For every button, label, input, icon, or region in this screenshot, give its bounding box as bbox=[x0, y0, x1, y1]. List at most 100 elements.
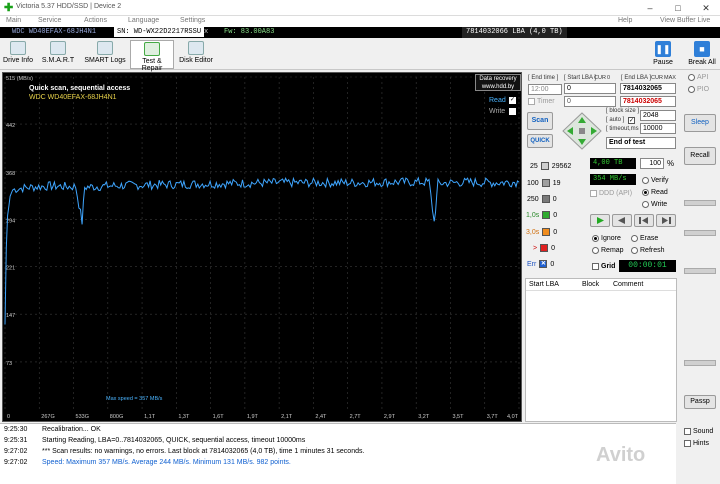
log-row: 9:25:30 Recalibration... OK bbox=[4, 426, 101, 433]
tab-smart-logs[interactable]: SMART Logs bbox=[84, 40, 126, 69]
quick-button[interactable]: QUICK bbox=[527, 134, 553, 148]
column-start-lba: Start LBA bbox=[529, 281, 559, 288]
break-all-button[interactable]: ■ Break All bbox=[686, 40, 718, 69]
read-radio[interactable]: Read bbox=[642, 189, 668, 196]
maximize-icon[interactable]: □ bbox=[668, 2, 688, 14]
menu-settings[interactable]: Settings bbox=[180, 17, 205, 24]
menu-actions[interactable]: Actions bbox=[84, 17, 107, 24]
counter-over: >0 bbox=[533, 244, 555, 252]
percent-sign: % bbox=[667, 159, 675, 168]
slider-track-1[interactable] bbox=[684, 200, 716, 206]
device-close-icon[interactable]: x bbox=[204, 27, 208, 38]
end-of-test-select[interactable]: End of test bbox=[606, 137, 676, 149]
recall-button[interactable]: Recall bbox=[684, 147, 716, 165]
x-tick-label: 800G bbox=[110, 414, 123, 420]
event-log: 9:25:30 Recalibration... OK 9:25:31 Starti… bbox=[0, 423, 676, 484]
menu-language[interactable]: Language bbox=[128, 17, 159, 24]
menu-main[interactable]: Main bbox=[6, 17, 21, 24]
tab-smart[interactable]: S.M.A.R.T bbox=[38, 40, 78, 69]
elapsed-timer: 00:00:01 bbox=[619, 260, 676, 272]
start-zero-label[interactable]: 0 bbox=[607, 75, 610, 81]
timer-checkbox[interactable]: Timer bbox=[528, 98, 555, 105]
direction-pad[interactable] bbox=[562, 112, 602, 150]
start-cur-label[interactable]: CUR bbox=[594, 75, 606, 81]
slider-track-2[interactable] bbox=[684, 230, 716, 236]
column-block: Block bbox=[582, 281, 600, 288]
passp-button[interactable]: Passp bbox=[684, 395, 716, 409]
end-cur-label[interactable]: CUR bbox=[651, 75, 663, 81]
auto-checkbox[interactable]: ✓ bbox=[628, 117, 635, 124]
menu-view-buffer[interactable]: View Buffer Live bbox=[660, 17, 710, 24]
x-tick-label: 1,6T bbox=[213, 414, 225, 420]
end-time-input[interactable]: 12:00 bbox=[528, 84, 562, 95]
sound-checkbox[interactable]: Sound bbox=[684, 428, 713, 435]
x-tick-label: 3,7T bbox=[487, 414, 499, 420]
results-table: Start LBA Block Comment bbox=[525, 278, 677, 422]
read-checkbox[interactable]: ✓ bbox=[509, 97, 516, 104]
end-max-label[interactable]: MAX bbox=[664, 75, 676, 81]
pause-button[interactable]: ❚❚ Pause bbox=[648, 40, 678, 69]
start-lba-input[interactable]: 0 bbox=[564, 83, 616, 94]
slider-track-4[interactable] bbox=[684, 360, 716, 366]
sleep-button[interactable]: Sleep bbox=[684, 114, 716, 132]
hints-checkbox[interactable]: Hints bbox=[684, 440, 709, 447]
counter-1s: 1,0s 0 bbox=[526, 211, 558, 219]
hdd-by-watermark: Data recovery www.hdd.by bbox=[475, 74, 521, 91]
max-speed-label: Max speed = 357 MB/s bbox=[106, 396, 163, 402]
current-lba-display: 0 bbox=[564, 96, 616, 107]
api-radio[interactable]: API bbox=[688, 74, 708, 81]
skip-back-icon bbox=[639, 217, 648, 224]
close-icon[interactable]: ✕ bbox=[696, 2, 716, 14]
drive-serial: SN: WD-WX22D2217RSSU bbox=[114, 27, 205, 37]
drive-firmware: Fw: 83.00A83 bbox=[224, 28, 275, 36]
end-lba-input[interactable]: 7814032065 bbox=[620, 83, 676, 94]
x-tick-label: 1,9T bbox=[247, 414, 259, 420]
ignore-radio[interactable]: Ignore bbox=[592, 235, 621, 242]
smart-logs-icon bbox=[97, 41, 113, 55]
block-size-select[interactable]: 2048 bbox=[640, 110, 676, 121]
grid-checkbox[interactable]: Grid bbox=[592, 263, 615, 270]
x-tick-label: 1,3T bbox=[178, 414, 190, 420]
timer-box-icon bbox=[528, 98, 535, 105]
play-button[interactable] bbox=[590, 214, 610, 227]
menu-help[interactable]: Help bbox=[618, 17, 632, 24]
counter-1s-swatch bbox=[542, 211, 551, 219]
tab-test-repair[interactable]: Test & Repair bbox=[130, 40, 174, 72]
menu-service[interactable]: Service bbox=[38, 17, 61, 24]
tab-drive-info[interactable]: Drive Info bbox=[2, 40, 34, 69]
ddd-api-checkbox[interactable]: DDD (API) bbox=[590, 190, 632, 197]
x-tick-label: 2,1T bbox=[281, 414, 293, 420]
graph-title: Quick scan, sequential access bbox=[29, 85, 131, 92]
menu-bar: Main Service Actions Language Settings H… bbox=[0, 16, 720, 27]
toolbar: Drive Info S.M.A.R.T SMART Logs Test & R… bbox=[0, 39, 720, 72]
play-icon bbox=[597, 217, 604, 224]
scan-button[interactable]: Scan bbox=[527, 112, 553, 130]
refresh-radio-icon bbox=[631, 247, 638, 254]
read-radio-icon bbox=[642, 189, 649, 196]
api-radio-icon bbox=[688, 74, 695, 81]
pio-radio[interactable]: PIO bbox=[688, 86, 709, 93]
write-checkbox[interactable] bbox=[509, 108, 516, 115]
timeout-select[interactable]: 10000 bbox=[640, 123, 676, 134]
skip-end-button[interactable] bbox=[656, 214, 676, 227]
remap-radio[interactable]: Remap bbox=[592, 247, 624, 254]
pause-icon: ❚❚ bbox=[655, 41, 671, 57]
block-size-label: [ block size ] bbox=[606, 108, 640, 114]
speed-series-line bbox=[4, 176, 520, 325]
graph-drive-name: WDC WD40EFAX-68JH4N1 bbox=[29, 94, 117, 101]
counter-25-swatch bbox=[540, 162, 549, 170]
refresh-radio[interactable]: Refresh bbox=[631, 247, 665, 254]
erase-radio[interactable]: Erase bbox=[631, 235, 658, 242]
skip-back-button[interactable] bbox=[634, 214, 654, 227]
write-label: Write bbox=[489, 108, 506, 115]
drive-info-icon bbox=[10, 41, 26, 55]
counter-100-swatch bbox=[541, 179, 550, 187]
tab-disk-editor[interactable]: Disk Editor bbox=[178, 40, 214, 69]
current-end-lba-display: 7814032065 bbox=[620, 96, 676, 107]
back-button[interactable] bbox=[612, 214, 632, 227]
drive-model: WDC WD40EFAX-68JH4N1 bbox=[12, 28, 97, 36]
write-radio[interactable]: Write bbox=[642, 201, 667, 208]
minimize-icon[interactable]: – bbox=[640, 2, 660, 14]
verify-radio[interactable]: Verify bbox=[642, 177, 669, 184]
slider-track-3[interactable] bbox=[684, 268, 716, 274]
